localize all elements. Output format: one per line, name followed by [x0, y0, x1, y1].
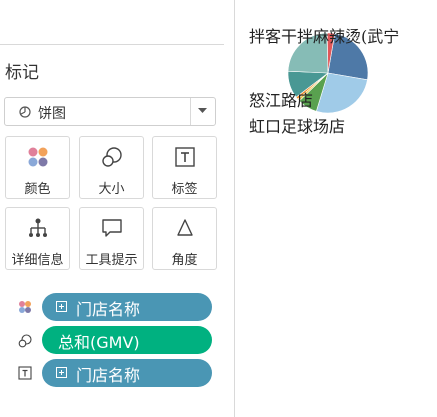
size-card-label: 大小: [98, 182, 125, 197]
marks-title: 标记: [5, 63, 39, 83]
detail-card[interactable]: 详细信息: [5, 207, 70, 270]
expand-plus-icon[interactable]: [56, 301, 67, 312]
label-field-pill[interactable]: 门店名称: [42, 359, 212, 387]
pill-text: 总和(GMV): [58, 333, 140, 352]
size-circles-icon: [18, 334, 32, 348]
chart-view: 拌客干拌麻辣烫(武宁 怒江路店 虹口足球场店: [235, 0, 437, 417]
label-card[interactable]: 标签: [152, 136, 217, 199]
marks-panel: 标记 饼图 颜色 大小 标签 详细信息 工具提示 角度 门店名称 总和(GMV)…: [0, 0, 225, 417]
pie-mark-icon: [19, 106, 31, 118]
text-label-icon: [174, 147, 195, 167]
mark-type-label: 饼图: [38, 106, 66, 122]
angle-card-label: 角度: [171, 253, 198, 268]
color-field-pill[interactable]: 门店名称: [42, 293, 212, 321]
size-field-pill[interactable]: 总和(GMV): [42, 326, 212, 354]
panel-divider[interactable]: [224, 0, 235, 417]
pie-chart[interactable]: [235, 0, 437, 417]
panel-top-strip: [0, 0, 224, 45]
size-card[interactable]: 大小: [79, 136, 144, 199]
size-circles-icon: [101, 147, 122, 167]
label-card-label: 标签: [171, 182, 198, 197]
chevron-down-icon: [198, 108, 207, 113]
mark-type-dropdown[interactable]: 饼图: [4, 97, 216, 126]
expand-plus-icon[interactable]: [56, 367, 67, 378]
pie-label-2: 怒江路店: [249, 91, 314, 110]
tooltip-card-label: 工具提示: [85, 253, 138, 268]
pie-label-1: 拌客干拌麻辣烫(武宁: [249, 27, 400, 46]
color-dots-icon: [28, 147, 47, 167]
dropdown-arrow[interactable]: [190, 98, 215, 125]
color-card-label: 颜色: [24, 182, 51, 197]
pill-text: 门店名称: [76, 300, 141, 319]
pill-text: 门店名称: [76, 366, 141, 385]
text-label-icon: [18, 366, 32, 380]
pie-label-3: 虹口足球场店: [249, 117, 346, 136]
angle-card[interactable]: 角度: [152, 207, 217, 270]
color-card[interactable]: 颜色: [5, 136, 70, 199]
detail-card-label: 详细信息: [11, 253, 64, 268]
angle-icon: [176, 219, 193, 236]
tooltip-card[interactable]: 工具提示: [79, 207, 144, 270]
detail-tree-icon: [28, 218, 47, 237]
color-dots-icon: [19, 301, 31, 313]
tooltip-bubble-icon: [101, 219, 122, 237]
